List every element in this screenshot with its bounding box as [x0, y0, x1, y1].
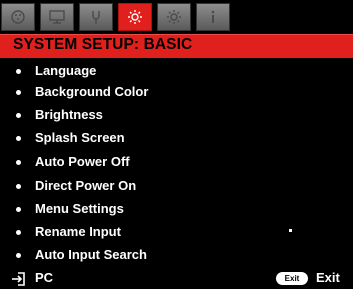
- bullet-icon: [16, 69, 21, 74]
- menu-item-label: Auto Power Off: [35, 154, 130, 169]
- title-bar: SYSTEM SETUP: BASIC: [0, 34, 353, 58]
- menu-item-splash-screen[interactable]: Splash Screen: [0, 128, 353, 148]
- bullet-icon: [16, 230, 21, 235]
- gear-icon: [128, 10, 142, 24]
- menu-item-auto-power-off[interactable]: Auto Power Off: [0, 152, 353, 172]
- page-title: SYSTEM SETUP: BASIC: [13, 36, 193, 53]
- tab-settings[interactable]: [79, 3, 113, 31]
- marker-dot: [289, 229, 292, 232]
- menu-list: Language Background Color Brightness Spl…: [0, 58, 353, 266]
- menu-item-label: Menu Settings: [35, 201, 124, 216]
- menu-item-label: Brightness: [35, 107, 103, 122]
- menu-item-rename-input[interactable]: Rename Input: [0, 222, 353, 242]
- bullet-icon: [16, 136, 21, 141]
- menu-item-label: Auto Input Search: [35, 247, 147, 262]
- menu-item-auto-input-search[interactable]: Auto Input Search: [0, 245, 353, 265]
- menu-item-language[interactable]: Language: [0, 61, 353, 81]
- menu-item-label: Language: [35, 63, 97, 78]
- input-source-label: PC: [35, 270, 54, 285]
- settings-icon: [92, 11, 100, 24]
- bullet-icon: [16, 253, 21, 258]
- exit-label: Exit: [316, 270, 340, 285]
- input-source-icon: [12, 272, 25, 286]
- screen-icon: [49, 10, 65, 24]
- bullet-icon: [16, 160, 21, 165]
- advanced-gear-icon: [167, 10, 181, 24]
- menu-item-menu-settings[interactable]: Menu Settings: [0, 199, 353, 219]
- menu-item-label: Rename Input: [35, 224, 121, 239]
- bottom-bar: PC Exit Exit: [0, 268, 353, 289]
- menu-item-label: Direct Power On: [35, 178, 137, 193]
- bullet-icon: [16, 90, 21, 95]
- tab-screen[interactable]: [40, 3, 74, 31]
- bullet-icon: [16, 184, 21, 189]
- bullet-icon: [16, 207, 21, 212]
- menu-item-brightness[interactable]: Brightness: [0, 105, 353, 125]
- picture-icon: [11, 10, 25, 24]
- tab-picture[interactable]: [1, 3, 35, 31]
- tab-information[interactable]: [196, 3, 230, 31]
- menu-item-label: Background Color: [35, 84, 149, 99]
- info-icon: [211, 10, 215, 23]
- menu-item-direct-power-on[interactable]: Direct Power On: [0, 176, 353, 196]
- menu-item-label: Splash Screen: [35, 130, 125, 145]
- bullet-icon: [16, 113, 21, 118]
- exit-button[interactable]: Exit: [276, 272, 308, 285]
- tab-bar: [0, 0, 353, 34]
- tab-system-setup-advanced[interactable]: [157, 3, 191, 31]
- menu-item-background-color[interactable]: Background Color: [0, 82, 353, 102]
- tab-system-setup-basic[interactable]: [118, 3, 152, 31]
